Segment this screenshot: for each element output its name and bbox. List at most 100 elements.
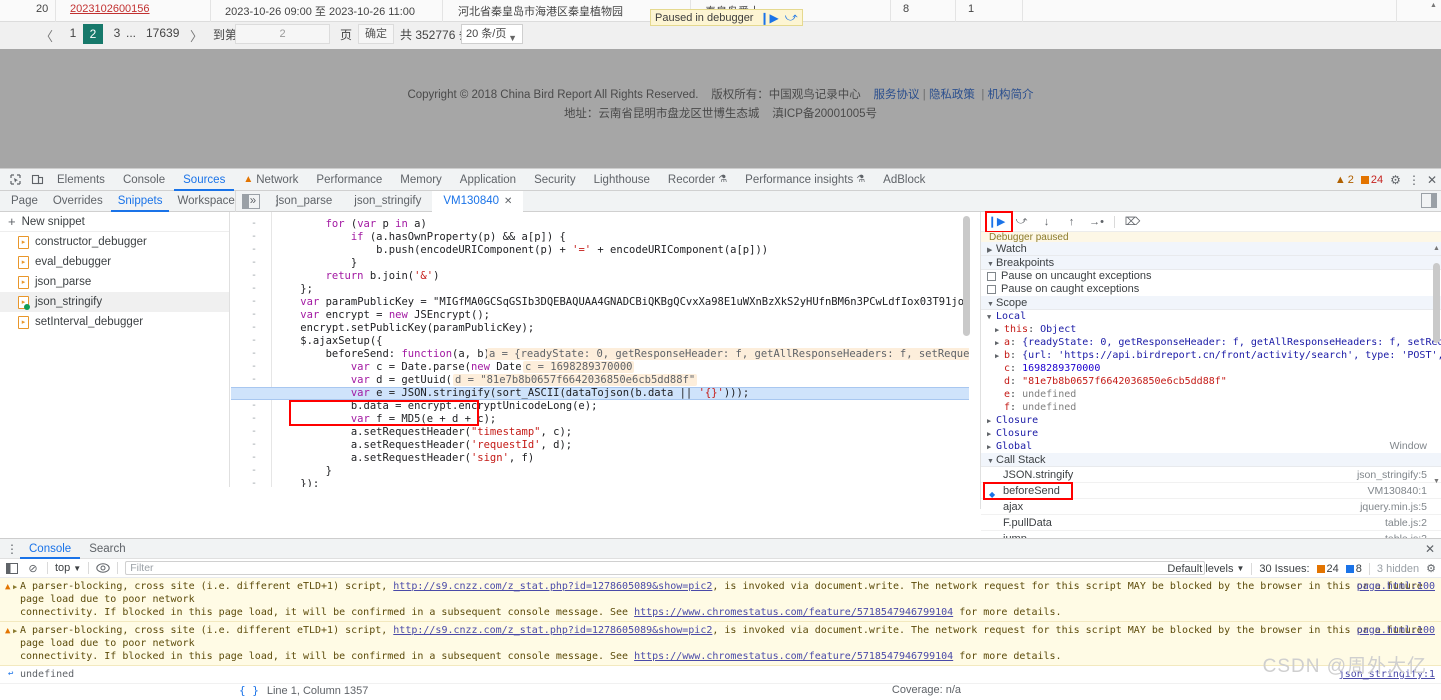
step-into-button[interactable]: ↓ — [1039, 215, 1054, 229]
console-context-selector[interactable]: top ▼ — [55, 562, 81, 574]
step-out-button[interactable]: ↑ — [1064, 215, 1079, 229]
step-button[interactable]: →• — [1089, 215, 1104, 229]
console-filter-input[interactable]: Filter — [125, 561, 1206, 575]
pagination-page-2-active[interactable]: 2 — [83, 24, 103, 44]
tab-memory[interactable]: Memory — [391, 169, 451, 191]
subtab-overrides[interactable]: Overrides — [46, 191, 110, 212]
gutter-fold-marker[interactable]: - — [231, 413, 265, 426]
scope-local-header[interactable]: ▼ Local — [981, 310, 1441, 323]
callstack-frame-f-pulldata[interactable]: F.pullData table.js:2 — [981, 515, 1441, 531]
scope-variable-b[interactable]: ▶ b: {url: 'https://api.birdreport.cn/fro… — [981, 349, 1441, 362]
close-drawer-icon[interactable]: ✕ — [1425, 542, 1435, 556]
scope-section-header[interactable]: ▼ Scope — [981, 296, 1441, 310]
tab-application[interactable]: Application — [451, 169, 525, 191]
pagination-page-3[interactable]: 3 — [108, 26, 126, 40]
expand-arrow-icon[interactable]: ▶ — [13, 581, 17, 594]
debugger-scrollbar[interactable]: ▲ ▼ — [1433, 245, 1440, 485]
issues-error-count[interactable]: 24 — [1316, 563, 1339, 575]
subtab-page[interactable]: Page — [4, 191, 45, 212]
tab-security[interactable]: Security — [525, 169, 585, 191]
code-line[interactable]: a.setRequestHeader('sign', f) — [275, 452, 534, 465]
console-link[interactable]: https://www.chromestatus.com/feature/571… — [634, 651, 953, 662]
scope-variable-this[interactable]: ▶ this: Object — [981, 323, 1441, 336]
device-toolbar-icon[interactable] — [26, 170, 48, 190]
tab-elements[interactable]: Elements — [48, 169, 114, 191]
goto-page-input[interactable]: 2 — [235, 24, 330, 44]
pause-on-caught-exceptions-checkbox[interactable]: Pause on caught exceptions — [981, 283, 1441, 296]
console-link[interactable]: http://s9.cnzz.com/z_stat.php?id=1278605… — [393, 581, 712, 592]
gutter-fold-marker[interactable]: - — [231, 257, 265, 270]
deactivate-breakpoints-button[interactable]: ⌦ — [1125, 215, 1141, 229]
gutter-fold-marker[interactable]: - — [231, 296, 265, 309]
subtab-workspace[interactable]: Workspace — [170, 191, 241, 212]
resume-icon[interactable]: ❙▶ — [759, 12, 778, 24]
gutter-fold-marker[interactable]: - — [231, 439, 265, 452]
issues-label[interactable]: 30 Issues: — [1259, 563, 1309, 575]
console-message-source[interactable]: page.html:100 — [1357, 580, 1435, 593]
status-badge-errors[interactable]: 24 — [1360, 174, 1383, 186]
tab-performance[interactable]: Performance — [307, 169, 391, 191]
tab-console[interactable]: Console — [114, 169, 174, 191]
toggle-navigator-icon[interactable] — [242, 193, 260, 209]
kebab-icon[interactable]: ⋮ — [1408, 173, 1420, 187]
gutter-fold-marker[interactable]: - — [231, 322, 265, 335]
file-tab-json_parse[interactable]: json_parse — [265, 191, 343, 212]
breakpoints-section-header[interactable]: ▼ Breakpoints — [981, 256, 1441, 270]
tab-performance-insights[interactable]: Performance insights ⚗ — [736, 169, 874, 191]
gutter-fold-marker[interactable]: - — [231, 270, 265, 283]
console-message-source[interactable]: page.html:100 — [1357, 624, 1435, 637]
code-line[interactable]: a.setRequestHeader('requestId', d); — [275, 439, 572, 452]
issues-info-count[interactable]: 8 — [1345, 563, 1362, 575]
gutter-fold-marker[interactable]: - — [231, 452, 265, 465]
code-line[interactable]: }); — [275, 478, 319, 487]
code-line[interactable]: encrypt.setPublicKey(paramPublicKey); — [275, 322, 534, 335]
row-record-code-link[interactable]: 2023102600156 — [70, 3, 150, 15]
close-icon[interactable]: ✕ — [1427, 173, 1437, 187]
step-over-button[interactable]: ⤻ — [1014, 215, 1029, 229]
kebab-icon[interactable]: ⋮ — [4, 543, 20, 555]
gutter-fold-marker[interactable]: - — [231, 283, 265, 296]
snippet-item-json_parse[interactable]: json_parse — [0, 272, 229, 292]
code-line[interactable]: } — [275, 465, 332, 478]
console-link[interactable]: http://s9.cnzz.com/z_stat.php?id=1278605… — [393, 625, 712, 636]
scroll-down-icon[interactable]: ▼ — [1433, 478, 1440, 485]
callstack-frame-json-stringify[interactable]: JSON.stringify json_stringify:5 — [981, 467, 1441, 483]
gear-icon[interactable]: ⚙ — [1390, 173, 1401, 187]
scope-variable-a[interactable]: ▶ a: {readyState: 0, getResponseHeader: f… — [981, 336, 1441, 349]
code-line[interactable]: var d = getUuid(); — [275, 374, 465, 387]
watch-section-header[interactable]: ▶ Watch — [981, 242, 1441, 256]
drawer-tab-console[interactable]: Console — [20, 539, 80, 559]
drawer-tab-search[interactable]: Search — [80, 539, 134, 559]
gutter-fold-marker[interactable]: - — [231, 309, 265, 322]
editor-vertical-scrollbar[interactable] — [963, 212, 970, 487]
tab-lighthouse[interactable]: Lighthouse — [585, 169, 659, 191]
page-scrollbar[interactable]: ▲ — [1430, 2, 1439, 46]
gear-icon[interactable]: ⚙ — [1426, 562, 1436, 575]
scope-global-row[interactable]: ▶ Global Window — [981, 440, 1441, 453]
code-line[interactable]: return b.join('&') — [275, 270, 440, 283]
confirm-button[interactable]: 确定 — [358, 24, 394, 44]
gutter-fold-marker[interactable]: - — [231, 465, 265, 478]
code-line[interactable]: if (a.hasOwnProperty(p) && a[p]) { — [275, 231, 566, 244]
scope-variable-e[interactable]: e: undefined — [981, 388, 1441, 401]
code-line[interactable]: $.ajaxSetup({ — [275, 335, 382, 348]
pause-on-uncaught-exceptions-checkbox[interactable]: Pause on uncaught exceptions — [981, 270, 1441, 283]
code-line[interactable]: var paramPublicKey = "MIGfMA0GCSqGSIb3DQ… — [275, 296, 969, 309]
gutter-fold-marker[interactable]: - — [231, 231, 265, 244]
pagination-page-1[interactable]: 1 — [64, 26, 82, 40]
tab-sources[interactable]: Sources — [174, 169, 234, 191]
snippet-item-constructor_debugger[interactable]: constructor_debugger — [0, 232, 229, 252]
code-line[interactable]: b.push(encodeURIComponent(p) + '=' + enc… — [275, 244, 768, 257]
code-line[interactable]: beforeSend: function(a, b) { — [275, 348, 503, 361]
step-over-icon[interactable]: ⤻ — [785, 10, 798, 25]
show-console-sidebar-icon[interactable] — [5, 561, 19, 575]
pagination-prev-button[interactable]: 〈 — [40, 26, 53, 45]
code-line[interactable]: var c = Date.parse(new Date()); — [275, 361, 547, 374]
code-line[interactable]: var e = JSON.stringify(sort_ASCII(dataTo… — [275, 387, 749, 400]
new-snippet-button[interactable]: + New snippet — [0, 212, 229, 232]
status-badge-warnings[interactable]: ▲ 2 — [1335, 174, 1354, 186]
code-line[interactable]: a.setRequestHeader("timestamp", c); — [275, 426, 572, 439]
close-icon[interactable]: ✕ — [504, 191, 512, 212]
scope-variable-d[interactable]: d: "81e7b8b0657f6642036850e6cb5dd88f" — [981, 375, 1441, 388]
snippet-item-eval_debugger[interactable]: eval_debugger — [0, 252, 229, 272]
